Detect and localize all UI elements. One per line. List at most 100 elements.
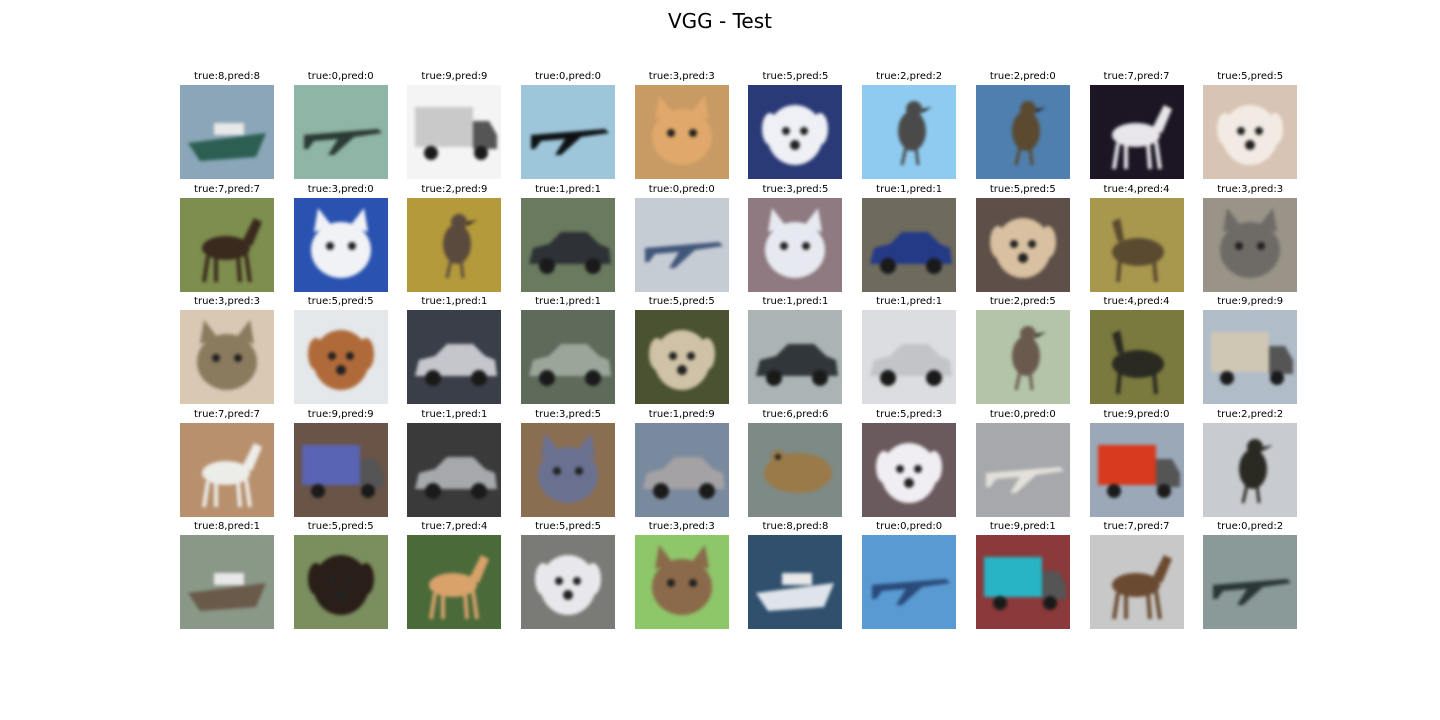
cat-image bbox=[748, 197, 843, 292]
dog-image bbox=[293, 310, 388, 404]
sample-cell: true:1,pred:1 bbox=[407, 295, 502, 408]
sample-label: true:2,pred:0 bbox=[989, 71, 1056, 82]
sample-label: true:7,pred:7 bbox=[194, 183, 260, 195]
figure: VGG - Test true:8,pred:8 true:0,pred:0 tru… bbox=[0, 0, 1440, 720]
sample-label: true:0,pred:0 bbox=[876, 521, 943, 532]
sample-label: true:9,pred:9 bbox=[1217, 296, 1284, 307]
sample-cell: true:5,pred:5 bbox=[521, 520, 616, 633]
sample-cell: true:5,pred:5 bbox=[975, 183, 1070, 296]
sample-cell: true:5,pred:5 bbox=[634, 295, 729, 408]
bird-image bbox=[862, 85, 957, 179]
bird-image bbox=[975, 85, 1070, 179]
sample-cell: true:7,pred:7 bbox=[1089, 520, 1184, 633]
deer-image bbox=[1089, 197, 1184, 292]
automobile-image bbox=[634, 422, 729, 517]
sample-cell: true:4,pred:4 bbox=[1089, 183, 1184, 296]
sample-cell: true:9,pred:0 bbox=[1089, 408, 1184, 521]
sample-label: true:8,pred:8 bbox=[194, 71, 260, 82]
sample-label: true:3,pred:3 bbox=[648, 71, 715, 82]
airplane-image bbox=[862, 535, 957, 629]
sample-cell: true:8,pred:8 bbox=[180, 70, 274, 183]
sample-cell: true:5,pred:5 bbox=[748, 70, 843, 183]
sample-label: true:2,pred:2 bbox=[1217, 408, 1284, 420]
sample-label: true:1,pred:1 bbox=[876, 183, 943, 195]
automobile-image bbox=[407, 310, 502, 404]
sample-grid: true:8,pred:8 true:0,pred:0 true:9,pred:9 t… bbox=[180, 70, 1298, 633]
horse-image bbox=[180, 197, 274, 292]
sample-cell: true:3,pred:3 bbox=[634, 520, 729, 633]
sample-cell: true:3,pred:3 bbox=[1203, 183, 1298, 296]
sample-cell: true:0,pred:0 bbox=[634, 183, 729, 296]
truck-image bbox=[293, 422, 388, 517]
sample-cell: true:2,pred:9 bbox=[407, 183, 502, 296]
sample-cell: true:0,pred:0 bbox=[862, 520, 957, 633]
sample-label: true:7,pred:7 bbox=[1103, 71, 1170, 82]
sample-label: true:5,pred:5 bbox=[307, 521, 374, 532]
sample-label: true:2,pred:9 bbox=[421, 183, 488, 195]
cat-image bbox=[293, 197, 388, 292]
sample-cell: true:3,pred:0 bbox=[293, 183, 388, 296]
sample-cell: true:8,pred:1 bbox=[180, 520, 274, 633]
sample-label: true:4,pred:4 bbox=[1103, 183, 1170, 195]
airplane-image bbox=[293, 85, 388, 179]
figure-title: VGG - Test bbox=[668, 9, 772, 33]
sample-label: true:3,pred:5 bbox=[762, 183, 829, 195]
sample-label: true:5,pred:5 bbox=[648, 296, 715, 307]
cat-image bbox=[634, 535, 729, 629]
automobile-image bbox=[521, 197, 616, 292]
sample-label: true:1,pred:1 bbox=[535, 296, 602, 307]
dog-image bbox=[293, 535, 388, 629]
sample-cell: true:7,pred:7 bbox=[180, 183, 274, 296]
dog-image bbox=[634, 310, 729, 404]
sample-cell: true:2,pred:2 bbox=[1203, 408, 1298, 521]
horse-image bbox=[407, 535, 502, 629]
sample-cell: true:0,pred:2 bbox=[1203, 520, 1298, 633]
sample-label: true:9,pred:1 bbox=[989, 521, 1056, 532]
sample-label: true:8,pred:8 bbox=[762, 521, 829, 532]
sample-label: true:8,pred:1 bbox=[194, 521, 260, 532]
sample-cell: true:3,pred:3 bbox=[634, 70, 729, 183]
sample-cell: true:7,pred:4 bbox=[407, 520, 502, 633]
sample-cell: true:0,pred:0 bbox=[975, 408, 1070, 521]
sample-label: true:1,pred:1 bbox=[421, 296, 488, 307]
sample-cell: true:9,pred:1 bbox=[975, 520, 1070, 633]
truck-image bbox=[1203, 310, 1298, 404]
truck-image bbox=[1089, 422, 1184, 517]
sample-label: true:3,pred:3 bbox=[1217, 183, 1284, 195]
sample-label: true:0,pred:0 bbox=[989, 408, 1056, 420]
sample-cell: true:7,pred:7 bbox=[1089, 70, 1184, 183]
dog-image bbox=[521, 535, 616, 629]
bird-image bbox=[975, 310, 1070, 404]
sample-label: true:1,pred:1 bbox=[421, 408, 488, 420]
sample-cell: true:5,pred:3 bbox=[862, 408, 957, 521]
horse-image bbox=[180, 422, 274, 517]
sample-cell: true:2,pred:2 bbox=[862, 70, 957, 183]
sample-cell: true:3,pred:3 bbox=[180, 295, 274, 408]
deer-image bbox=[1089, 310, 1184, 404]
sample-label: true:7,pred:7 bbox=[194, 408, 260, 420]
sample-cell: true:5,pred:5 bbox=[293, 520, 388, 633]
sample-label: true:7,pred:4 bbox=[421, 521, 488, 532]
frog-image bbox=[748, 422, 843, 517]
sample-cell: true:4,pred:4 bbox=[1089, 295, 1184, 408]
horse-image bbox=[1089, 535, 1184, 629]
airplane-image bbox=[634, 197, 729, 292]
automobile-image bbox=[862, 197, 957, 292]
sample-label: true:0,pred:0 bbox=[307, 71, 374, 82]
bird-image bbox=[1203, 422, 1298, 517]
automobile-image bbox=[748, 310, 843, 404]
sample-label: true:6,pred:6 bbox=[762, 408, 829, 420]
ship-image bbox=[180, 85, 274, 179]
sample-cell: true:7,pred:7 bbox=[180, 408, 274, 521]
ship-image bbox=[748, 535, 843, 629]
sample-label: true:9,pred:9 bbox=[421, 71, 488, 82]
sample-cell: true:1,pred:1 bbox=[748, 295, 843, 408]
sample-label: true:0,pred:0 bbox=[648, 183, 715, 195]
sample-cell: true:2,pred:5 bbox=[975, 295, 1070, 408]
dog-image bbox=[748, 85, 843, 179]
horse-image bbox=[1089, 85, 1184, 179]
bird-image bbox=[407, 197, 502, 292]
sample-label: true:1,pred:1 bbox=[535, 183, 602, 195]
sample-label: true:2,pred:2 bbox=[876, 71, 943, 82]
sample-label: true:5,pred:5 bbox=[989, 183, 1056, 195]
